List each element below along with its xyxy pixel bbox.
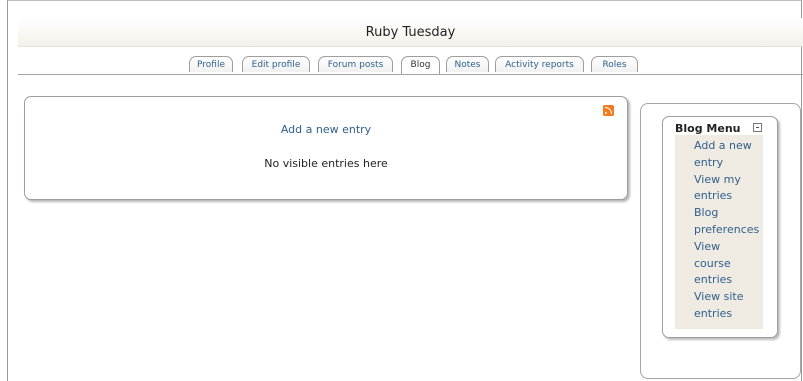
empty-entries-message: No visible entries here bbox=[264, 157, 388, 170]
menu-item-view-site-entries[interactable]: View site entries bbox=[694, 289, 764, 323]
page-title: Ruby Tuesday bbox=[365, 25, 456, 40]
menu-line: entries bbox=[694, 189, 733, 203]
menu-line: course bbox=[694, 256, 731, 270]
menu-line: Add a new bbox=[694, 139, 752, 152]
tab-profile[interactable]: Profile bbox=[189, 56, 233, 72]
rss-feed-icon[interactable] bbox=[603, 105, 614, 116]
tab-forum-posts[interactable]: Forum posts bbox=[318, 56, 393, 72]
menu-line: Blog bbox=[694, 206, 719, 220]
menu-item-view-course-entries[interactable]: View course entries bbox=[694, 239, 764, 289]
menu-item-add-new-entry[interactable]: Add a new entry bbox=[694, 138, 764, 172]
profile-tabs: Profile Edit profile Forum posts Blog No… bbox=[18, 55, 803, 75]
tab-edit-profile[interactable]: Edit profile bbox=[242, 56, 310, 72]
tab-notes[interactable]: Notes bbox=[446, 56, 489, 72]
menu-line: entries bbox=[694, 273, 733, 287]
tab-roles[interactable]: Roles bbox=[591, 56, 638, 72]
menu-line: View bbox=[694, 239, 721, 253]
menu-item-view-my-entries[interactable]: View my entries bbox=[694, 172, 764, 206]
blog-menu-title: Blog Menu bbox=[675, 122, 741, 135]
blog-menu-list: Add a new entry View my entries Blog pre… bbox=[694, 138, 764, 323]
blog-entries-panel: Add a new entry No visible entries here bbox=[24, 96, 628, 200]
menu-item-blog-preferences[interactable]: Blog preferences bbox=[694, 205, 764, 239]
profile-header: Ruby Tuesday bbox=[18, 18, 803, 47]
tab-activity-reports[interactable]: Activity reports bbox=[495, 56, 584, 72]
menu-line: View site bbox=[694, 290, 744, 304]
menu-line: entries bbox=[694, 306, 733, 320]
menu-line: entry bbox=[694, 155, 724, 169]
add-new-entry-link[interactable]: Add a new entry bbox=[25, 123, 627, 136]
menu-line: View my bbox=[694, 172, 741, 186]
collapse-icon[interactable] bbox=[753, 123, 762, 132]
tab-blog[interactable]: Blog bbox=[401, 56, 440, 74]
menu-line: preferences bbox=[694, 222, 760, 236]
